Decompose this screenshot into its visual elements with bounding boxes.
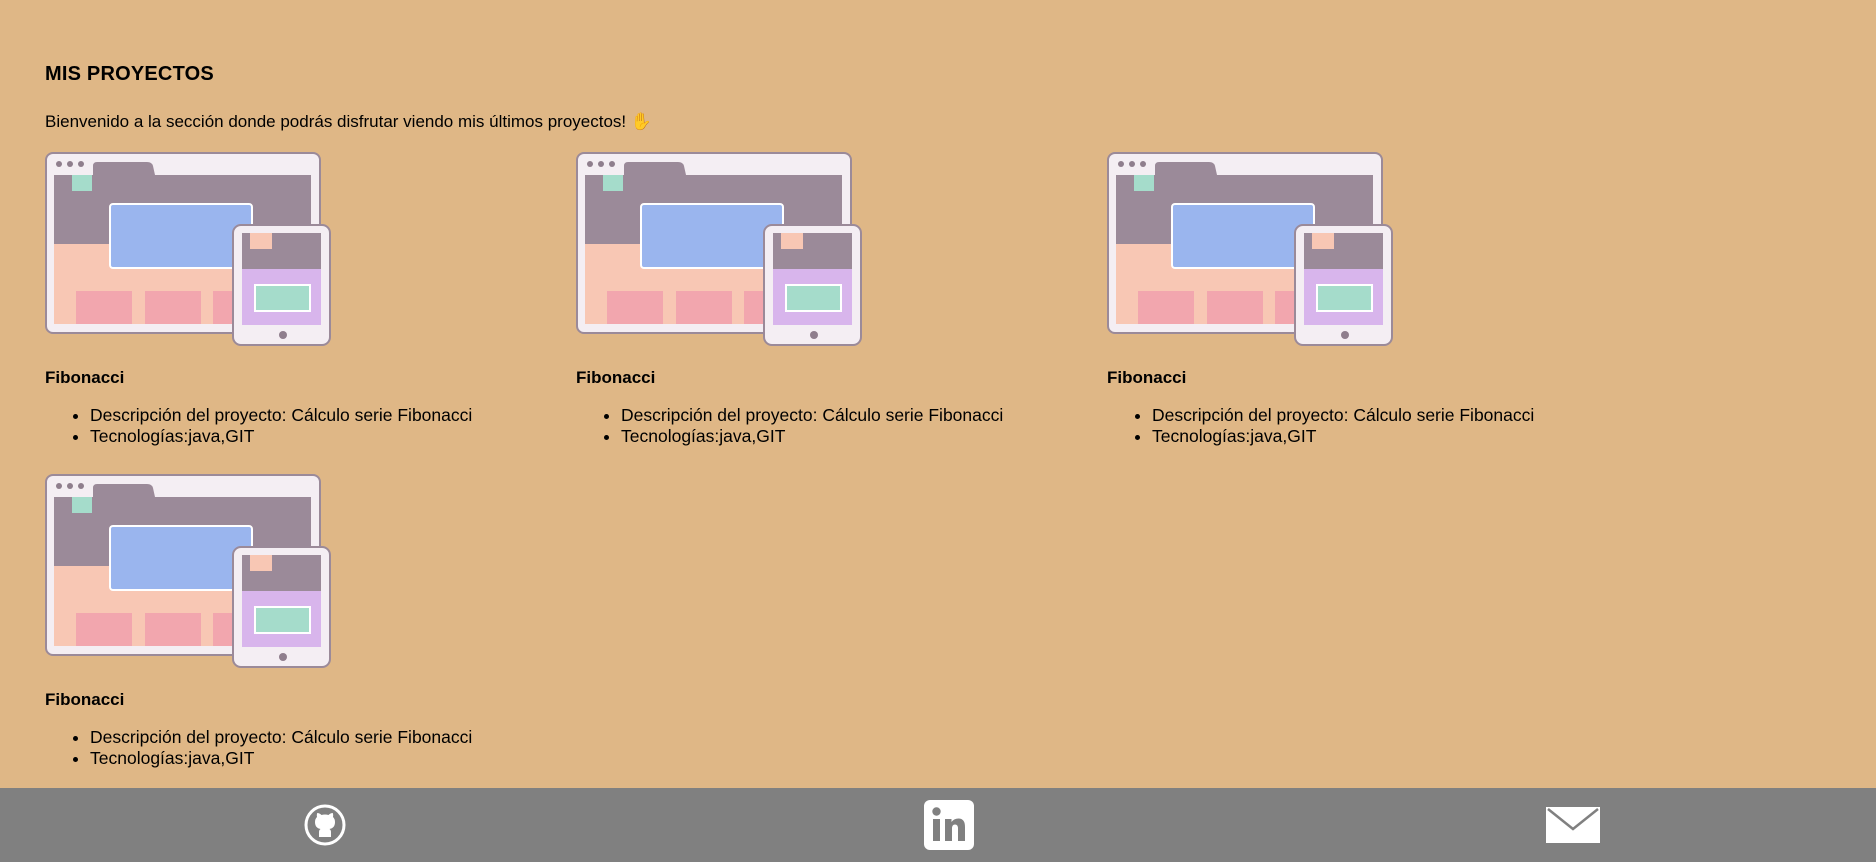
project-card: Fibonacci Descripción del proyecto: Cálc… <box>1107 152 1587 446</box>
project-title: Fibonacci <box>576 368 656 387</box>
project-title: Fibonacci <box>45 368 125 387</box>
project-image <box>45 474 331 668</box>
email-link[interactable] <box>1545 788 1601 862</box>
mail-icon <box>1546 807 1600 843</box>
project-title: Fibonacci <box>1107 368 1187 387</box>
project-details: Descripción del proyecto: Cálculo serie … <box>576 405 1003 447</box>
github-link[interactable] <box>300 788 350 862</box>
section-intro: Bienvenido a la sección donde podrás dis… <box>45 112 653 131</box>
project-details: Descripción del proyecto: Cálculo serie … <box>45 727 472 769</box>
project-technologies: Tecnologías:java,GIT <box>621 426 1003 447</box>
project-title: Fibonacci <box>45 690 125 709</box>
section-title: MIS PROYECTOS <box>45 63 214 85</box>
linkedin-icon <box>924 800 974 850</box>
project-description: Descripción del proyecto: Cálculo serie … <box>90 405 472 426</box>
project-card: Fibonacci Descripción del proyecto: Cálc… <box>576 152 1056 446</box>
project-details: Descripción del proyecto: Cálculo serie … <box>1107 405 1534 447</box>
project-details: Descripción del proyecto: Cálculo serie … <box>45 405 472 447</box>
project-image <box>45 152 331 346</box>
project-technologies: Tecnologías:java,GIT <box>90 426 472 447</box>
project-image <box>1107 152 1393 346</box>
footer <box>0 788 1876 862</box>
linkedin-link[interactable] <box>923 788 975 862</box>
project-description: Descripción del proyecto: Cálculo serie … <box>1152 405 1534 426</box>
project-image <box>576 152 862 346</box>
project-description: Descripción del proyecto: Cálculo serie … <box>621 405 1003 426</box>
project-card: Fibonacci Descripción del proyecto: Cálc… <box>45 152 525 446</box>
project-technologies: Tecnologías:java,GIT <box>1152 426 1534 447</box>
project-description: Descripción del proyecto: Cálculo serie … <box>90 727 472 748</box>
github-icon <box>304 804 346 846</box>
project-card: Fibonacci Descripción del proyecto: Cálc… <box>45 474 525 768</box>
project-technologies: Tecnologías:java,GIT <box>90 748 472 769</box>
